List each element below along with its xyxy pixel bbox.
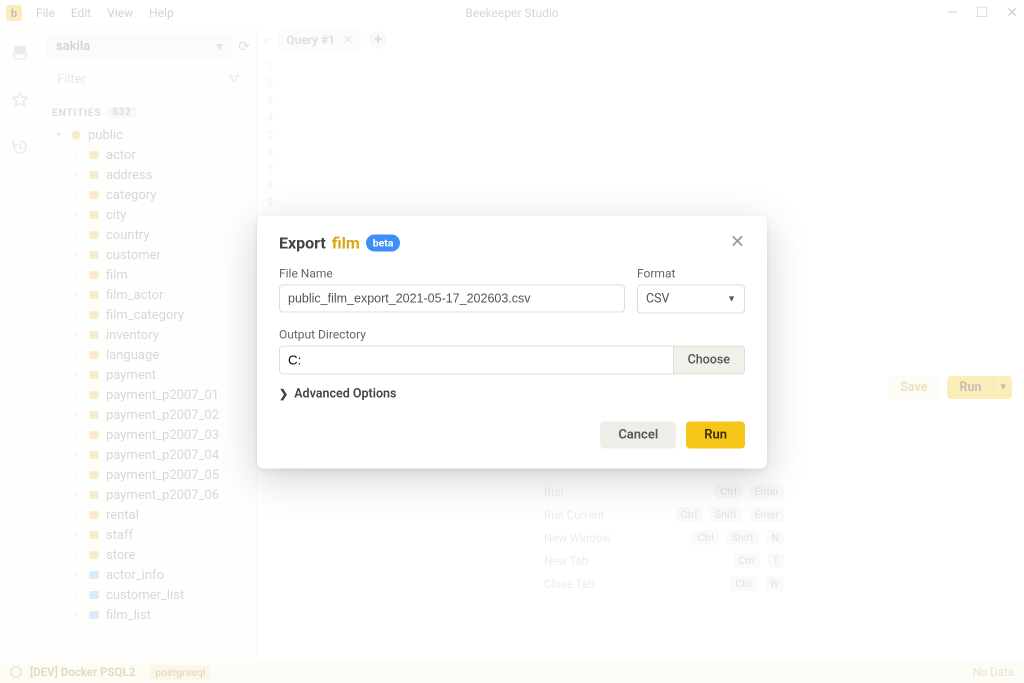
- format-label: Format: [637, 266, 745, 280]
- advanced-options-label: Advanced Options: [294, 386, 396, 401]
- beta-badge: beta: [366, 234, 401, 251]
- modal-title-prefix: Export: [279, 233, 326, 252]
- modal-table-name: film: [332, 233, 360, 252]
- chevron-down-icon: ▼: [727, 293, 736, 304]
- file-name-label: File Name: [279, 266, 625, 280]
- modal-title: Export film beta: [279, 233, 400, 252]
- output-dir-label: Output Directory: [279, 327, 745, 341]
- chevron-right-icon: ❯: [279, 387, 288, 400]
- cancel-button[interactable]: Cancel: [600, 421, 676, 448]
- export-modal: Export film beta ✕ File Name Format CSV …: [257, 215, 767, 468]
- run-export-button[interactable]: Run: [686, 421, 745, 448]
- modal-close-icon[interactable]: ✕: [730, 234, 745, 252]
- choose-button[interactable]: Choose: [673, 346, 744, 373]
- output-dir-input[interactable]: [280, 346, 673, 373]
- file-name-input[interactable]: [279, 284, 625, 312]
- advanced-options-toggle[interactable]: ❯ Advanced Options: [279, 386, 745, 401]
- format-select[interactable]: CSV ▼: [637, 284, 745, 313]
- format-value: CSV: [646, 291, 670, 306]
